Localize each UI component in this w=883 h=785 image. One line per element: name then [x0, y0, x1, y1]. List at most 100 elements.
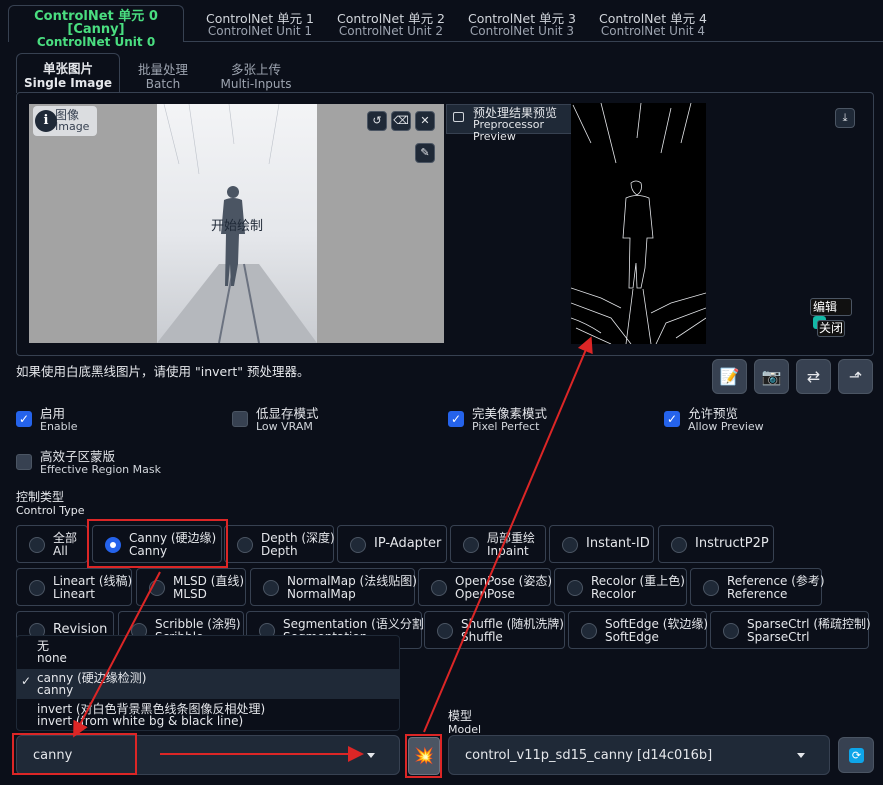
tab-unit-2[interactable]: ControlNet 单元 2 ControlNet Unit 2: [331, 8, 451, 42]
control-type-shuffle[interactable]: Shuffle (随机洗牌) Shuffle: [424, 611, 565, 649]
control-type-shuffle-radio[interactable]: [437, 623, 453, 639]
refresh-models-button[interactable]: ⟳: [838, 737, 874, 773]
close-preview-button[interactable]: 关闭: [817, 320, 845, 337]
control-type-inpaint-label: 局部重绘: [487, 531, 536, 545]
control-type-softedge-radio[interactable]: [581, 623, 597, 639]
camera-icon[interactable]: 📷: [754, 359, 789, 394]
send-dimensions-icon[interactable]: ⬏: [838, 359, 873, 394]
tab-unit-1[interactable]: ControlNet 单元 1 ControlNet Unit 1: [200, 8, 320, 42]
allow-preview-checkbox-box[interactable]: [664, 411, 680, 427]
control-type-lineart[interactable]: Lineart (线稿) Lineart: [16, 568, 132, 606]
low-vram-label: 低显存模式: [256, 406, 319, 421]
swap-icon[interactable]: ⇄: [796, 359, 831, 394]
tab-unit-4[interactable]: ControlNet 单元 4 ControlNet Unit 4: [593, 8, 713, 42]
tab-unit-2-sublabel: ControlNet Unit 2: [338, 24, 444, 38]
control-type-recolor[interactable]: Recolor (重上色) Recolor: [554, 568, 687, 606]
tab-unit-3[interactable]: ControlNet 单元 3 ControlNet Unit 3: [462, 8, 582, 42]
control-type-normalmap-sublabel: NormalMap: [287, 587, 356, 601]
run-preprocessor-button[interactable]: 💥: [408, 737, 440, 775]
control-type-canny[interactable]: Canny (硬边缘) Canny: [92, 525, 222, 563]
low-vram-checkbox-box[interactable]: [232, 411, 248, 427]
control-type-inpaint-radio[interactable]: [463, 537, 479, 553]
control-type-canny-radio[interactable]: [105, 537, 121, 553]
tab-multi-inputs-sublabel: Multi-Inputs: [220, 77, 292, 91]
control-type-openpose[interactable]: OpenPose (姿态) OpenPose: [418, 568, 552, 606]
control-type-inpaint[interactable]: 局部重绘 Inpaint: [450, 525, 546, 563]
tab-multi-inputs[interactable]: 多张上传 Multi-Inputs: [214, 58, 298, 92]
control-type-sparsectrl[interactable]: SparseCtrl (稀疏控制) SparseCtrl: [710, 611, 871, 649]
control-type-instructp2p-radio[interactable]: [671, 537, 687, 553]
control-type-recolor-radio[interactable]: [567, 580, 583, 596]
download-icon[interactable]: ⤓: [835, 108, 855, 128]
tab-unit-4-sublabel: ControlNet Unit 4: [600, 24, 706, 38]
model-chevron-down-icon: [797, 753, 805, 758]
control-type-depth-radio[interactable]: [237, 537, 253, 553]
model-select-value: control_v11p_sd15_canny [d14c016b]: [465, 748, 713, 763]
control-type-mlsd-sublabel: MLSD: [173, 587, 207, 601]
enable-checkbox-box[interactable]: [16, 411, 32, 427]
refresh-icon: ⟳: [849, 748, 864, 763]
model-select[interactable]: control_v11p_sd15_canny [d14c016b]: [448, 735, 830, 775]
info-icon[interactable]: i: [35, 110, 57, 132]
preprocessor-option-none-label: 无: [37, 639, 50, 653]
tab-unit-0-sublabel: ControlNet Unit 0: [36, 35, 156, 49]
control-type-instant-id-radio[interactable]: [562, 537, 578, 553]
control-type-reference[interactable]: Reference (参考) Reference: [690, 568, 825, 606]
control-type-openpose-radio[interactable]: [431, 580, 447, 596]
model-label-zh: 模型: [448, 709, 473, 723]
effective-region-mask-sublabel: Effective Region Mask: [40, 463, 161, 476]
low-vram-sublabel: Low VRAM: [256, 420, 313, 433]
effective-region-mask-label: 高效子区蒙版: [40, 449, 116, 464]
control-type-sparsectrl-radio[interactable]: [723, 623, 739, 639]
preprocessor-select-value: canny: [33, 748, 73, 763]
control-type-instant-id[interactable]: Instant-ID: [549, 525, 654, 563]
control-type-lineart-radio[interactable]: [29, 580, 45, 596]
control-type-label: 控制类型 Control Type: [16, 491, 85, 518]
control-type-mlsd[interactable]: MLSD (直线) MLSD: [136, 568, 246, 606]
control-type-label-en: Control Type: [16, 504, 85, 517]
control-type-mlsd-label: MLSD (直线): [173, 574, 245, 588]
control-type-depth-sublabel: Depth: [261, 544, 298, 558]
tab-batch[interactable]: 批量处理 Batch: [126, 58, 200, 92]
control-type-all[interactable]: 全部 All: [16, 525, 88, 563]
tab-unit-0-label: ControlNet 单元 0 [Canny]: [34, 9, 158, 37]
control-type-softedge-label: SoftEdge (软边缘): [605, 617, 709, 631]
control-type-instant-id-label: Instant-ID: [586, 536, 650, 551]
control-type-depth[interactable]: Depth (深度) Depth: [224, 525, 335, 563]
control-type-all-sublabel: All: [53, 544, 68, 558]
control-type-ip-adapter[interactable]: IP-Adapter: [337, 525, 447, 563]
pixel-perfect-checkbox-box[interactable]: [448, 411, 464, 427]
control-type-lineart-label: Lineart (线稿): [53, 574, 133, 588]
close-icon[interactable]: ✕: [415, 111, 435, 131]
control-type-reference-radio[interactable]: [703, 580, 719, 596]
tab-unit-3-sublabel: ControlNet Unit 3: [469, 24, 575, 38]
preprocessor-option-canny[interactable]: ✓ canny (硬边缘检测) canny: [16, 669, 400, 699]
undo-icon[interactable]: ↺: [367, 111, 387, 131]
control-type-instructp2p[interactable]: InstructP2P: [658, 525, 774, 563]
preprocessor-select[interactable]: canny: [16, 735, 400, 775]
control-type-normalmap-radio[interactable]: [263, 580, 279, 596]
effective-region-mask-checkbox-box[interactable]: [16, 454, 32, 470]
preprocessor-option-none[interactable]: 无 none: [16, 640, 400, 670]
control-type-mlsd-radio[interactable]: [149, 580, 165, 596]
control-type-normalmap-label: NormalMap (法线贴图): [287, 574, 417, 588]
notes-icon[interactable]: 📝: [712, 359, 747, 394]
control-type-inpaint-sublabel: Inpaint: [487, 544, 529, 558]
brush-icon[interactable]: ✎: [415, 143, 435, 163]
edit-button[interactable]: 编辑: [810, 298, 852, 329]
tab-single-image[interactable]: 单张图片 Single Image: [16, 53, 120, 93]
control-type-all-label: 全部: [53, 531, 78, 545]
control-type-normalmap[interactable]: NormalMap (法线贴图) NormalMap: [250, 568, 417, 606]
image-canvas[interactable]: 开始绘制 图像 Image i ↺ ⌫ ✕ ✎: [29, 104, 444, 343]
preprocessor-option-invert[interactable]: invert (对白色背景黑色线条图像反相处理) invert (from wh…: [16, 703, 400, 731]
tab-unit-1-sublabel: ControlNet Unit 1: [207, 24, 313, 38]
control-type-softedge[interactable]: SoftEdge (软边缘) SoftEdge: [568, 611, 709, 649]
tab-unit-0[interactable]: ControlNet 单元 0 [Canny] ControlNet Unit …: [8, 5, 184, 49]
control-type-all-radio[interactable]: [29, 537, 45, 553]
enable-sublabel: Enable: [40, 420, 78, 433]
control-type-canny-sublabel: Canny: [129, 544, 168, 558]
image-label-en: Image: [55, 120, 90, 133]
explosion-icon: 💥: [414, 746, 434, 765]
control-type-ip-adapter-radio[interactable]: [350, 537, 366, 553]
eraser-icon[interactable]: ⌫: [391, 111, 411, 131]
